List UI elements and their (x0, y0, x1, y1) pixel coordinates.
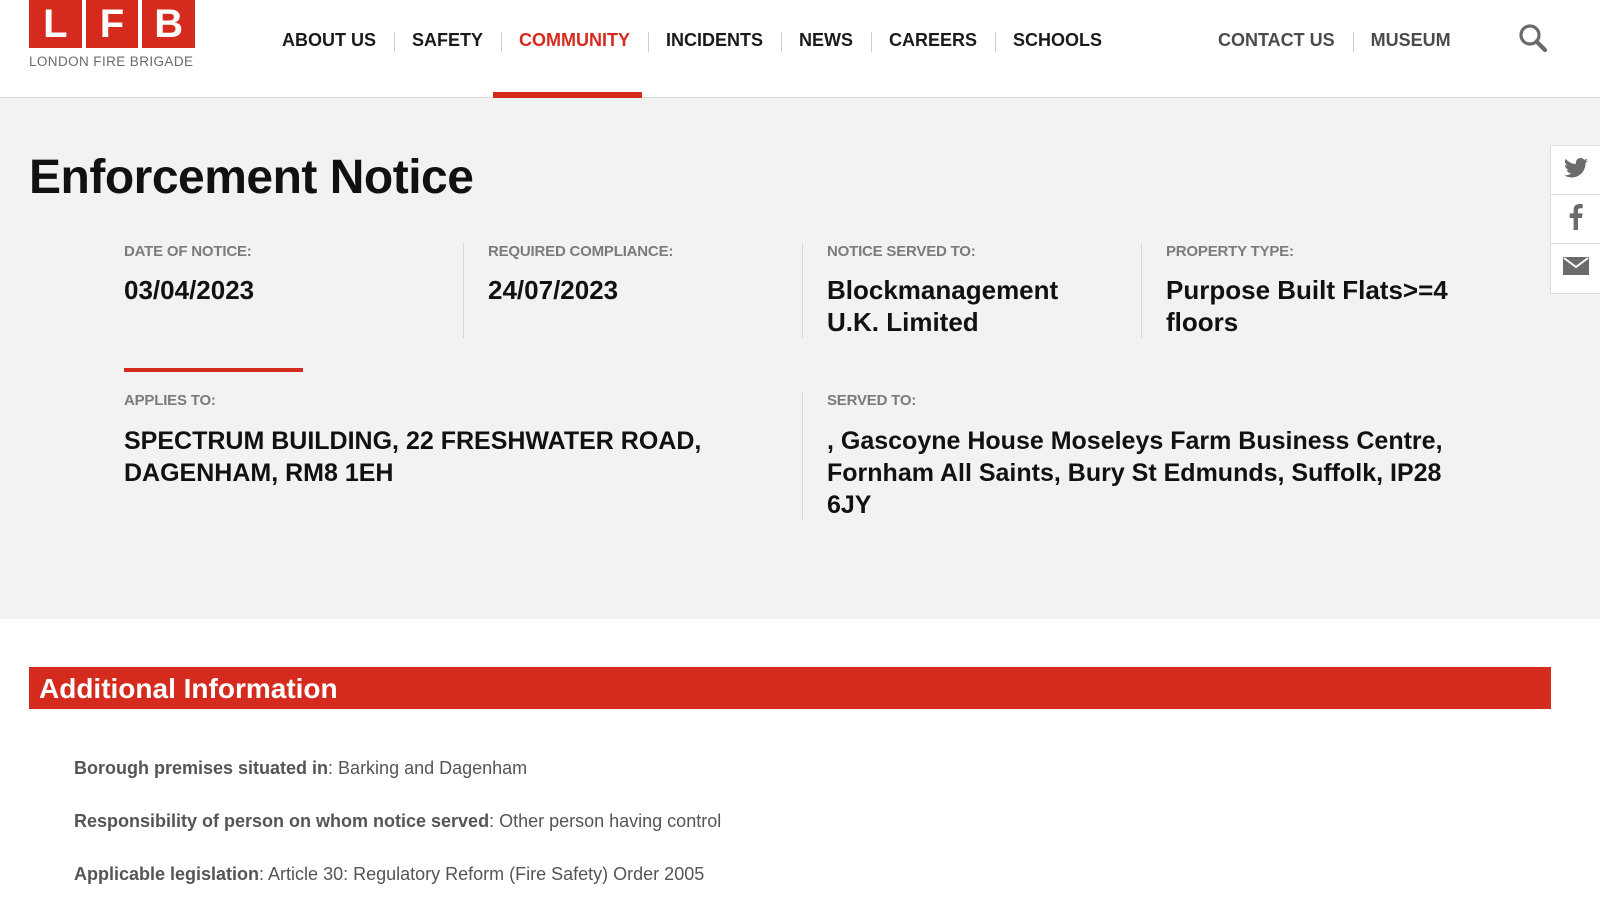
served-to-address: , Gascoyne House Moseleys Farm Business … (827, 427, 1443, 519)
share-sidebar (1550, 145, 1600, 294)
nav-schools[interactable]: SCHOOLS (995, 27, 1120, 53)
notice-facts: DATE OF NOTICE: 03/04/2023 REQUIRED COMP… (124, 243, 1480, 338)
info-row-responsibility: Responsibility of person on whom notice … (74, 811, 721, 831)
applies-to: APPLIES TO: SPECTRUM BUILDING, 22 FRESHW… (124, 392, 802, 521)
fact-notice-served-to: NOTICE SERVED TO: Blockmanagement U.K. L… (802, 243, 1141, 338)
info-row-borough: Borough premises situated in: Barking an… (74, 758, 721, 778)
secondary-nav: CONTACT US MUSEUM (1218, 27, 1469, 53)
fact-required-compliance: REQUIRED COMPLIANCE: 24/07/2023 (463, 243, 802, 338)
site-header: L F B LONDON FIRE BRIGADE ABOUT US SAFET… (0, 0, 1600, 98)
additional-info-header: Additional Information (29, 667, 1551, 709)
search-icon[interactable] (1517, 22, 1549, 54)
fact-value: Blockmanagement U.K. Limited (827, 275, 1059, 337)
info-value: : Article 30: Regulatory Reform (Fire Sa… (259, 864, 705, 884)
applies-to-address: SPECTRUM BUILDING, 22 FRESHWATER ROAD, D… (124, 427, 702, 487)
nav-incidents[interactable]: INCIDENTS (648, 27, 781, 53)
served-to-label: SERVED TO: (827, 392, 917, 409)
additional-info-list: Borough premises situated in: Barking an… (74, 758, 721, 900)
logo-letter: F (85, 0, 139, 48)
notice-summary-panel: Enforcement Notice DATE OF NOTICE: 03/04… (0, 98, 1600, 619)
nav-careers[interactable]: CAREERS (871, 27, 995, 53)
page-title: Enforcement Notice (29, 151, 474, 204)
info-key: Borough premises situated in (74, 758, 329, 778)
info-key: Responsibility of person on whom notice … (74, 811, 490, 831)
fact-value: 03/04/2023 (124, 275, 255, 305)
applies-to-label: APPLIES TO: (124, 392, 216, 409)
facebook-icon (1569, 203, 1583, 235)
fact-value: Purpose Built Flats>=4 floors (1166, 275, 1448, 337)
main-nav: ABOUT US SAFETY COMMUNITY INCIDENTS NEWS… (282, 27, 1120, 53)
share-facebook-button[interactable] (1551, 195, 1600, 244)
nav-safety[interactable]: SAFETY (394, 27, 501, 53)
logo-letter: L (29, 0, 82, 48)
info-value: : Other person having control (489, 811, 722, 831)
fact-label: REQUIRED COMPLIANCE: (488, 243, 674, 260)
fact-label: PROPERTY TYPE: (1166, 243, 1294, 260)
logo-letters: L F B (29, 0, 196, 48)
fact-date-of-notice: DATE OF NOTICE: 03/04/2023 (124, 243, 463, 338)
logo-letter: B (142, 0, 196, 48)
email-icon (1562, 257, 1589, 280)
nav-museum[interactable]: MUSEUM (1352, 27, 1469, 53)
share-email-button[interactable] (1551, 244, 1600, 293)
nav-about-us[interactable]: ABOUT US (282, 27, 394, 53)
info-row-legislation: Applicable legislation: Article 30: Regu… (74, 864, 721, 884)
logo-tagline: LONDON FIRE BRIGADE (29, 54, 194, 69)
nav-community[interactable]: COMMUNITY (501, 27, 648, 53)
served-to: SERVED TO: , Gascoyne House Moseleys Far… (802, 392, 1480, 521)
fact-value: 24/07/2023 (488, 275, 619, 305)
section-divider (124, 368, 303, 372)
lfb-logo[interactable]: L F B LONDON FIRE BRIGADE (29, 0, 196, 69)
fact-label: NOTICE SERVED TO: (827, 243, 976, 260)
share-twitter-button[interactable] (1551, 146, 1600, 195)
twitter-icon (1563, 157, 1588, 183)
nav-contact-us[interactable]: CONTACT US (1218, 27, 1353, 53)
address-row: APPLIES TO: SPECTRUM BUILDING, 22 FRESHW… (124, 392, 1480, 521)
nav-news[interactable]: NEWS (781, 27, 871, 53)
fact-label: DATE OF NOTICE: (124, 243, 252, 260)
additional-info-title: Additional Information (39, 673, 338, 704)
fact-property-type: PROPERTY TYPE: Purpose Built Flats>=4 fl… (1141, 243, 1480, 338)
info-value: : Barking and Dagenham (328, 758, 528, 778)
info-key: Applicable legislation (74, 864, 260, 884)
